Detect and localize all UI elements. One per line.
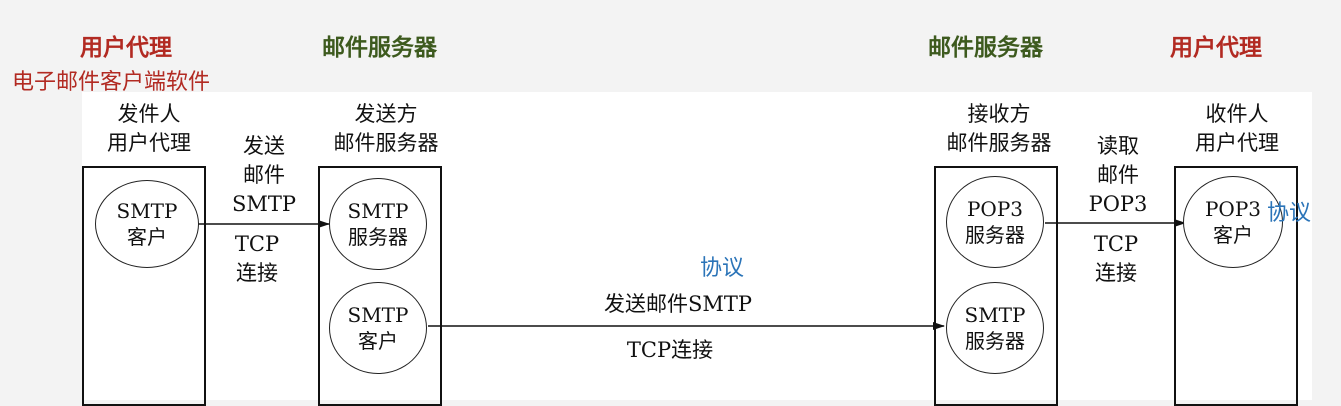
smtp-server-circle-sender-line1: SMTP — [347, 199, 409, 223]
smtp-client-circle-sender: SMTP 客户 — [95, 180, 199, 268]
read-link-label-bottom: TCP 连接 — [1080, 230, 1152, 288]
receiver-server-title-line2: 邮件服务器 — [946, 131, 1052, 155]
left-mail-server-header: 邮件服务器 — [322, 35, 437, 61]
middle-link-label-top: 发送邮件SMTP — [603, 292, 753, 316]
read-link-line1: 读取 — [1097, 134, 1139, 158]
sender-server-title-line2: 邮件服务器 — [333, 131, 439, 155]
smtp-client-circle-server-line1: SMTP — [347, 303, 409, 327]
receiver-agent-title-line1: 收件人 — [1205, 102, 1269, 126]
sender-server-title-line1: 发送方 — [354, 102, 418, 126]
pop3-server-circle: POP3 服务器 — [946, 176, 1044, 268]
pop3-server-circle-line1: POP3 — [966, 197, 1024, 221]
smtp-server-circle-receiver: SMTP 服务器 — [946, 282, 1044, 374]
protocol-annotation-right: 协议 — [1267, 201, 1312, 226]
smtp-client-circle-sender-line1: SMTP — [116, 199, 178, 223]
smtp-server-circle-receiver-line1: SMTP — [964, 303, 1026, 327]
send-link-line2: 邮件 — [243, 163, 285, 187]
right-user-agent-header: 用户代理 — [1170, 35, 1262, 61]
send-link-line3: SMTP — [231, 192, 297, 216]
send-link-line5: 连接 — [236, 261, 278, 285]
receiver-agent-title-line2: 用户代理 — [1195, 131, 1279, 155]
receiver-agent-title: 收件人 用户代理 — [1172, 100, 1302, 158]
sender-agent-title-line2: 用户代理 — [107, 131, 191, 155]
smtp-server-circle-receiver-line2: 服务器 — [965, 329, 1025, 353]
read-link-label-top: 读取 邮件 POP3 — [1078, 132, 1158, 219]
read-link-line4: TCP — [1093, 232, 1139, 256]
smtp-client-circle-sender-line2: 客户 — [127, 225, 167, 249]
send-link-label-top: 发送 邮件 SMTP — [222, 132, 306, 219]
read-link-line3: POP3 — [1088, 192, 1148, 216]
receiver-server-title-line1: 接收方 — [967, 102, 1031, 126]
middle-link-label-bottom: TCP连接 — [626, 338, 714, 362]
left-user-agent-subtitle: 电子邮件客户端软件 — [12, 70, 211, 95]
smtp-client-circle-server: SMTP 客户 — [329, 282, 427, 374]
receiver-server-title: 接收方 邮件服务器 — [925, 100, 1073, 158]
sender-server-title: 发送方 邮件服务器 — [312, 100, 460, 158]
left-user-agent-header: 用户代理 — [80, 35, 172, 61]
read-link-line5: 连接 — [1095, 261, 1137, 285]
sender-agent-title-line1: 发件人 — [117, 102, 181, 126]
smtp-client-circle-server-line2: 客户 — [358, 329, 398, 353]
sender-agent-title: 发件人 用户代理 — [84, 100, 214, 158]
pop3-client-circle-line2: 客户 — [1213, 223, 1253, 247]
pop3-server-circle-line2: 服务器 — [965, 223, 1025, 247]
smtp-server-circle-sender: SMTP 服务器 — [329, 178, 427, 270]
read-link-line2: 邮件 — [1097, 163, 1139, 187]
right-mail-server-header: 邮件服务器 — [928, 35, 1043, 61]
send-link-label-bottom: TCP 连接 — [222, 230, 292, 288]
pop3-client-circle-line1: POP3 — [1204, 197, 1262, 221]
send-link-line4: TCP — [234, 232, 280, 256]
send-link-line1: 发送 — [243, 134, 285, 158]
smtp-server-circle-sender-line2: 服务器 — [348, 225, 408, 249]
protocol-annotation-middle: 协议 — [700, 256, 745, 281]
